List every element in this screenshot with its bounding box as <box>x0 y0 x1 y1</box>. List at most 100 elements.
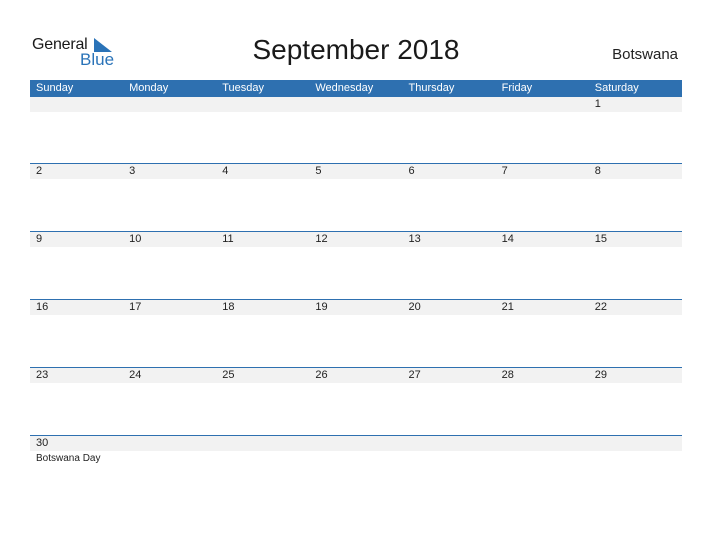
day-number: 25 <box>222 369 235 381</box>
day-number <box>123 97 216 112</box>
weekday-sunday: Sunday <box>36 82 74 94</box>
day-number <box>496 436 589 451</box>
day-number <box>403 436 496 451</box>
date-strip: 1 <box>30 97 682 112</box>
week-row: 2 3 4 5 6 7 8 <box>30 163 682 231</box>
day-event <box>123 315 216 317</box>
week-row: 23 24 25 26 27 28 29 <box>30 367 682 435</box>
day-number <box>216 436 309 451</box>
day-event <box>123 179 216 181</box>
day-event <box>216 112 309 114</box>
day-event <box>123 247 216 249</box>
date-strip: 16 17 18 19 20 21 22 <box>30 300 682 315</box>
weekday-friday: Friday <box>501 82 533 94</box>
day-number: 14 <box>501 233 514 245</box>
date-strip: 23 24 25 26 27 28 29 <box>30 368 682 383</box>
day-number <box>216 97 309 112</box>
day-number <box>30 97 123 112</box>
day-number: 11 <box>222 233 234 245</box>
day-number: 6 <box>408 165 415 177</box>
calendar-grid: Sunday Monday Tuesday Wednesday Thursday… <box>30 80 682 503</box>
day-number: 10 <box>129 233 142 245</box>
day-event <box>403 247 496 249</box>
day-event <box>216 179 309 181</box>
day-number: 22 <box>594 301 607 313</box>
day-number <box>403 97 496 112</box>
day-number: 21 <box>501 301 514 313</box>
day-event <box>589 179 682 181</box>
country-label: Botswana <box>612 46 678 63</box>
day-event <box>403 315 496 317</box>
day-event <box>30 315 123 317</box>
day-event <box>30 383 123 385</box>
day-number: 2 <box>36 165 43 177</box>
day-number <box>309 436 402 451</box>
day-number <box>496 97 589 112</box>
day-event <box>30 179 123 181</box>
day-event <box>309 315 402 317</box>
weekday-monday: Monday <box>129 82 169 94</box>
weekday-saturday: Saturday <box>594 82 639 94</box>
day-number: 4 <box>222 165 229 177</box>
day-number: 7 <box>501 165 508 177</box>
day-event <box>216 247 309 249</box>
day-number: 3 <box>129 165 136 177</box>
weeks-container: 1 2 3 4 5 6 7 8 9 10 11 12 13 14 15 16 17 18 19 20 21 22 23 24 2… <box>30 97 682 503</box>
day-event <box>123 112 216 114</box>
day-event <box>589 112 682 114</box>
day-event <box>216 315 309 317</box>
day-event <box>403 179 496 181</box>
day-number: 17 <box>129 301 142 313</box>
day-event <box>403 383 496 385</box>
day-number: 16 <box>36 301 49 313</box>
day-number: 13 <box>408 233 421 245</box>
weekday-header: Sunday Monday Tuesday Wednesday Thursday… <box>30 80 682 97</box>
day-event <box>309 112 402 114</box>
day-event <box>496 451 589 464</box>
day-event <box>123 451 216 464</box>
day-event <box>216 383 309 385</box>
day-event <box>216 451 309 464</box>
day-event <box>496 112 589 114</box>
day-event <box>589 451 682 464</box>
day-event <box>496 247 589 249</box>
day-event <box>309 451 402 464</box>
day-number <box>589 436 682 451</box>
day-event <box>403 112 496 114</box>
weekday-tuesday: Tuesday <box>222 82 265 94</box>
day-number: 28 <box>501 369 514 381</box>
day-event <box>309 383 402 385</box>
date-strip: 2 3 4 5 6 7 8 <box>30 164 682 179</box>
day-event <box>589 247 682 249</box>
day-event <box>30 112 123 114</box>
day-event: Botswana Day <box>36 453 101 464</box>
day-number: 24 <box>129 369 142 381</box>
events-row <box>30 383 682 385</box>
week-row: 30 Botswana Day <box>30 435 682 503</box>
events-row: Botswana Day <box>30 451 682 464</box>
events-row <box>30 247 682 249</box>
date-strip: 9 10 11 12 13 14 15 <box>30 232 682 247</box>
day-number: 20 <box>408 301 421 313</box>
day-number <box>123 436 216 451</box>
week-row: 16 17 18 19 20 21 22 <box>30 299 682 367</box>
day-event <box>589 383 682 385</box>
day-event <box>30 247 123 249</box>
day-number: 19 <box>315 301 328 313</box>
day-event <box>496 383 589 385</box>
events-row <box>30 179 682 181</box>
day-number: 18 <box>222 301 235 313</box>
day-number: 30 <box>36 437 49 449</box>
day-number: 8 <box>594 165 601 177</box>
weekday-wednesday: Wednesday <box>315 82 374 94</box>
day-number: 27 <box>408 369 421 381</box>
day-number: 29 <box>594 369 607 381</box>
day-number: 9 <box>36 233 43 245</box>
day-event <box>403 451 496 464</box>
day-number: 5 <box>315 165 322 177</box>
page-title: September 2018 <box>252 34 460 65</box>
events-row <box>30 112 682 114</box>
day-number <box>309 97 402 112</box>
day-event <box>309 247 402 249</box>
events-row <box>30 315 682 317</box>
